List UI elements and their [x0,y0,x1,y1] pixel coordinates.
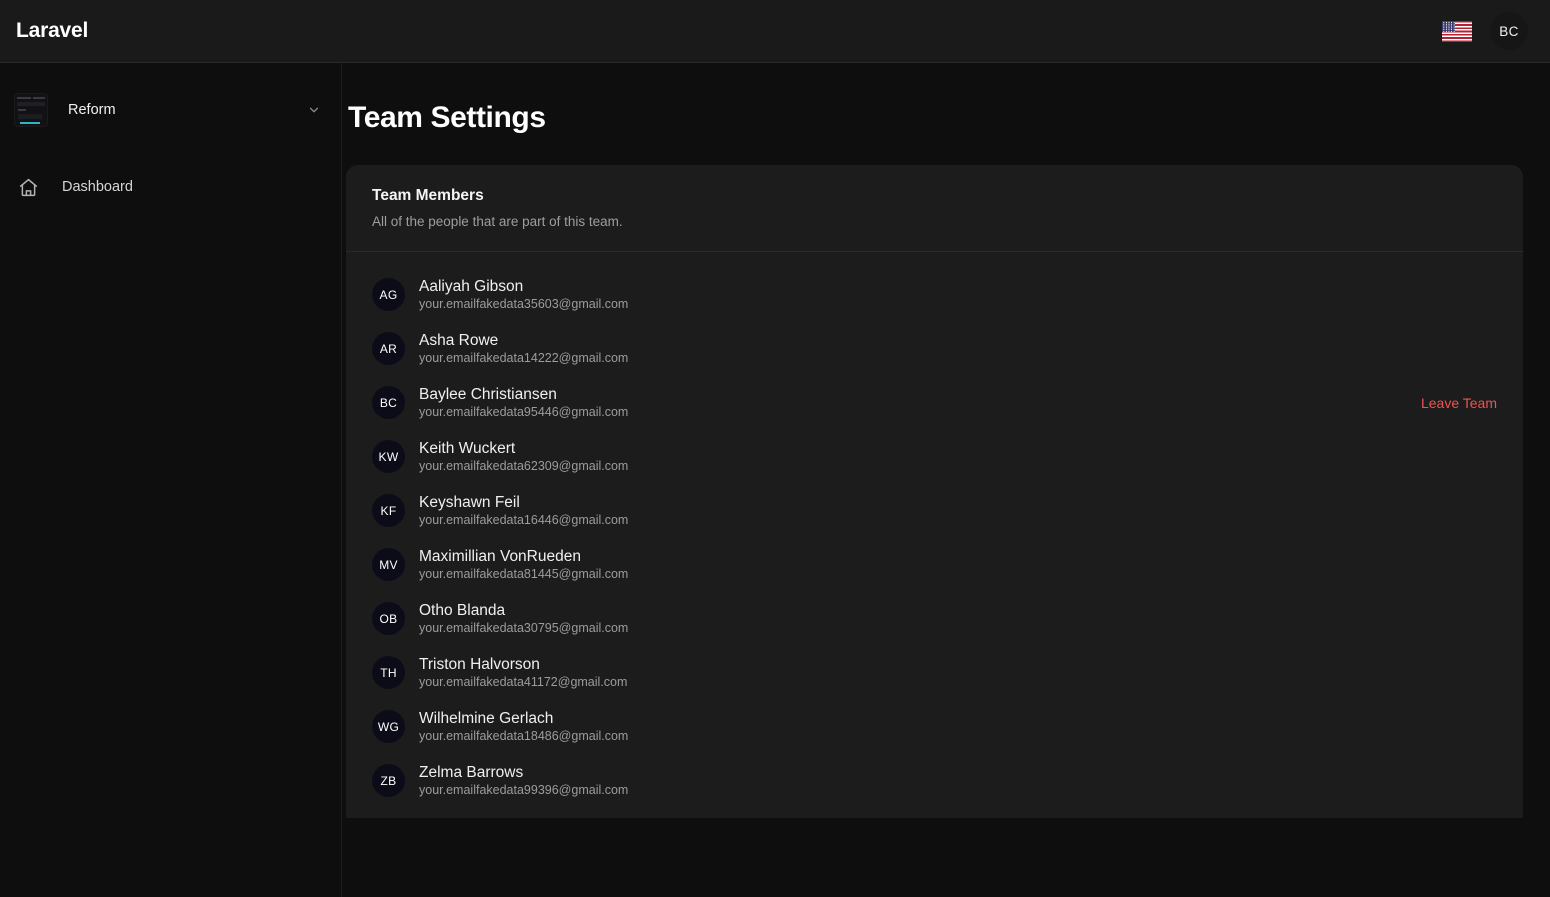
card-subtitle: All of the people that are part of this … [372,214,623,229]
member-identity: KF Keyshawn Feil your.emailfakedata16446@g… [372,493,1497,530]
card-title: Team Members [372,187,484,204]
page-body: Reform Dashboard Team Settings Team Memb… [0,63,1550,897]
member-email: your.emailfakedata41172@gmail.com [419,675,628,690]
member-info: Zelma Barrows your.emailfakedata99396@gma… [419,763,628,800]
member-name: Triston Halvorson [419,655,540,673]
member-identity: BC Baylee Christiansen your.emailfakedata9… [372,385,1405,422]
member-info: Maximillian VonRueden your.emailfakedata8… [419,547,628,584]
member-email: your.emailfakedata95446@gmail.com [419,405,629,420]
topbar-actions: BC [1442,12,1528,50]
app-root: Laravel BC Reform Dashboard Team Setting… [0,0,1550,897]
member-info: Baylee Christiansen your.emailfakedata954… [419,385,628,422]
team-member-row: MV Maximillian VonRueden your.emailfakedat… [372,538,1497,592]
member-identity: MV Maximillian VonRueden your.emailfakedat… [372,547,1497,584]
leave-team-button[interactable]: Leave Team [1405,395,1497,411]
team-member-row: WG Wilhelmine Gerlach your.emailfakedata18… [372,700,1497,754]
team-switcher[interactable]: Reform [0,85,341,135]
card-header: Team Members All of the people that are … [346,165,1523,252]
us-flag-icon[interactable] [1442,20,1472,42]
member-name: Baylee Christiansen [419,385,557,403]
member-email: your.emailfakedata14222@gmail.com [419,351,629,366]
member-email: your.emailfakedata30795@gmail.com [419,621,629,636]
member-identity: AR Asha Rowe your.emailfakedata14222@gmail… [372,331,1497,368]
team-member-row: OB Otho Blanda your.emailfakedata30795@gma… [372,592,1497,646]
team-members-card: Team Members All of the people that are … [346,165,1523,818]
team-member-row: KW Keith Wuckert your.emailfakedata62309@g… [372,430,1497,484]
team-member-row: TH Triston Halvorson your.emailfakedata411… [372,646,1497,700]
member-identity: OB Otho Blanda your.emailfakedata30795@gma… [372,601,1497,638]
member-info: Aaliyah Gibson your.emailfakedata35603@gm… [419,277,628,314]
member-identity: WG Wilhelmine Gerlach your.emailfakedata18… [372,709,1497,746]
member-name: Maximillian VonRueden [419,547,581,565]
sidebar-item-label: Dashboard [62,179,133,195]
team-member-row: ZB Zelma Barrows your.emailfakedata99396@g… [372,754,1497,808]
member-avatar: AG [372,278,405,312]
member-avatar: BC [372,386,405,420]
member-name: Keith Wuckert [419,439,516,457]
sidebar-item-dashboard[interactable]: Dashboard [0,165,341,209]
chevron-down-icon [307,103,321,117]
home-icon [16,175,40,199]
team-member-row: BC Baylee Christiansen your.emailfakedata9… [372,376,1497,430]
member-name: Keyshawn Feil [419,493,520,511]
member-info: Keith Wuckert your.emailfakedata62309@gma… [419,439,628,476]
member-email: your.emailfakedata16446@gmail.com [419,513,629,528]
member-name: Asha Rowe [419,331,499,349]
member-avatar: KF [372,494,405,528]
member-name: Zelma Barrows [419,763,524,781]
member-avatar: KW [372,440,405,474]
member-avatar: ZB [372,764,405,798]
team-members-list: AG Aaliyah Gibson your.emailfakedata35603@… [346,252,1523,818]
member-info: Keyshawn Feil your.emailfakedata16446@gma… [419,493,628,530]
main-content: Team Settings Team Members All of the pe… [342,63,1550,897]
member-identity: ZB Zelma Barrows your.emailfakedata99396@g… [372,763,1497,800]
member-info: Otho Blanda your.emailfakedata30795@gmail… [419,601,628,638]
member-info: Wilhelmine Gerlach your.emailfakedata1848… [419,709,628,746]
team-thumbnail-icon [14,93,48,127]
page-title: Team Settings [348,101,546,134]
top-navigation-bar: Laravel BC [0,0,1550,63]
member-identity: AG Aaliyah Gibson your.emailfakedata35603@… [372,277,1497,314]
member-name: Wilhelmine Gerlach [419,709,554,727]
member-identity: KW Keith Wuckert your.emailfakedata62309@g… [372,439,1497,476]
member-avatar: TH [372,656,405,690]
member-avatar: MV [372,548,405,582]
sidebar: Reform Dashboard [0,63,342,897]
member-name: Aaliyah Gibson [419,277,524,295]
member-email: your.emailfakedata81445@gmail.com [419,567,629,582]
member-info: Asha Rowe your.emailfakedata14222@gmail.c… [419,331,628,368]
member-email: your.emailfakedata18486@gmail.com [419,729,629,744]
member-name: Otho Blanda [419,601,506,619]
member-email: your.emailfakedata35603@gmail.com [419,297,629,312]
member-info: Triston Halvorson your.emailfakedata41172… [419,655,627,692]
member-identity: TH Triston Halvorson your.emailfakedata411… [372,655,1497,692]
member-email: your.emailfakedata99396@gmail.com [419,783,629,798]
member-avatar: AR [372,332,405,366]
member-avatar: WG [372,710,405,744]
member-email: your.emailfakedata62309@gmail.com [419,459,629,474]
team-member-row: KF Keyshawn Feil your.emailfakedata16446@g… [372,484,1497,538]
member-avatar: OB [372,602,405,636]
user-avatar[interactable]: BC [1490,12,1528,50]
team-name-label: Reform [68,102,116,118]
laravel-logo[interactable]: Laravel [16,19,88,43]
team-member-row: AR Asha Rowe your.emailfakedata14222@gmail… [372,322,1497,376]
team-member-row: AG Aaliyah Gibson your.emailfakedata35603@… [372,268,1497,322]
